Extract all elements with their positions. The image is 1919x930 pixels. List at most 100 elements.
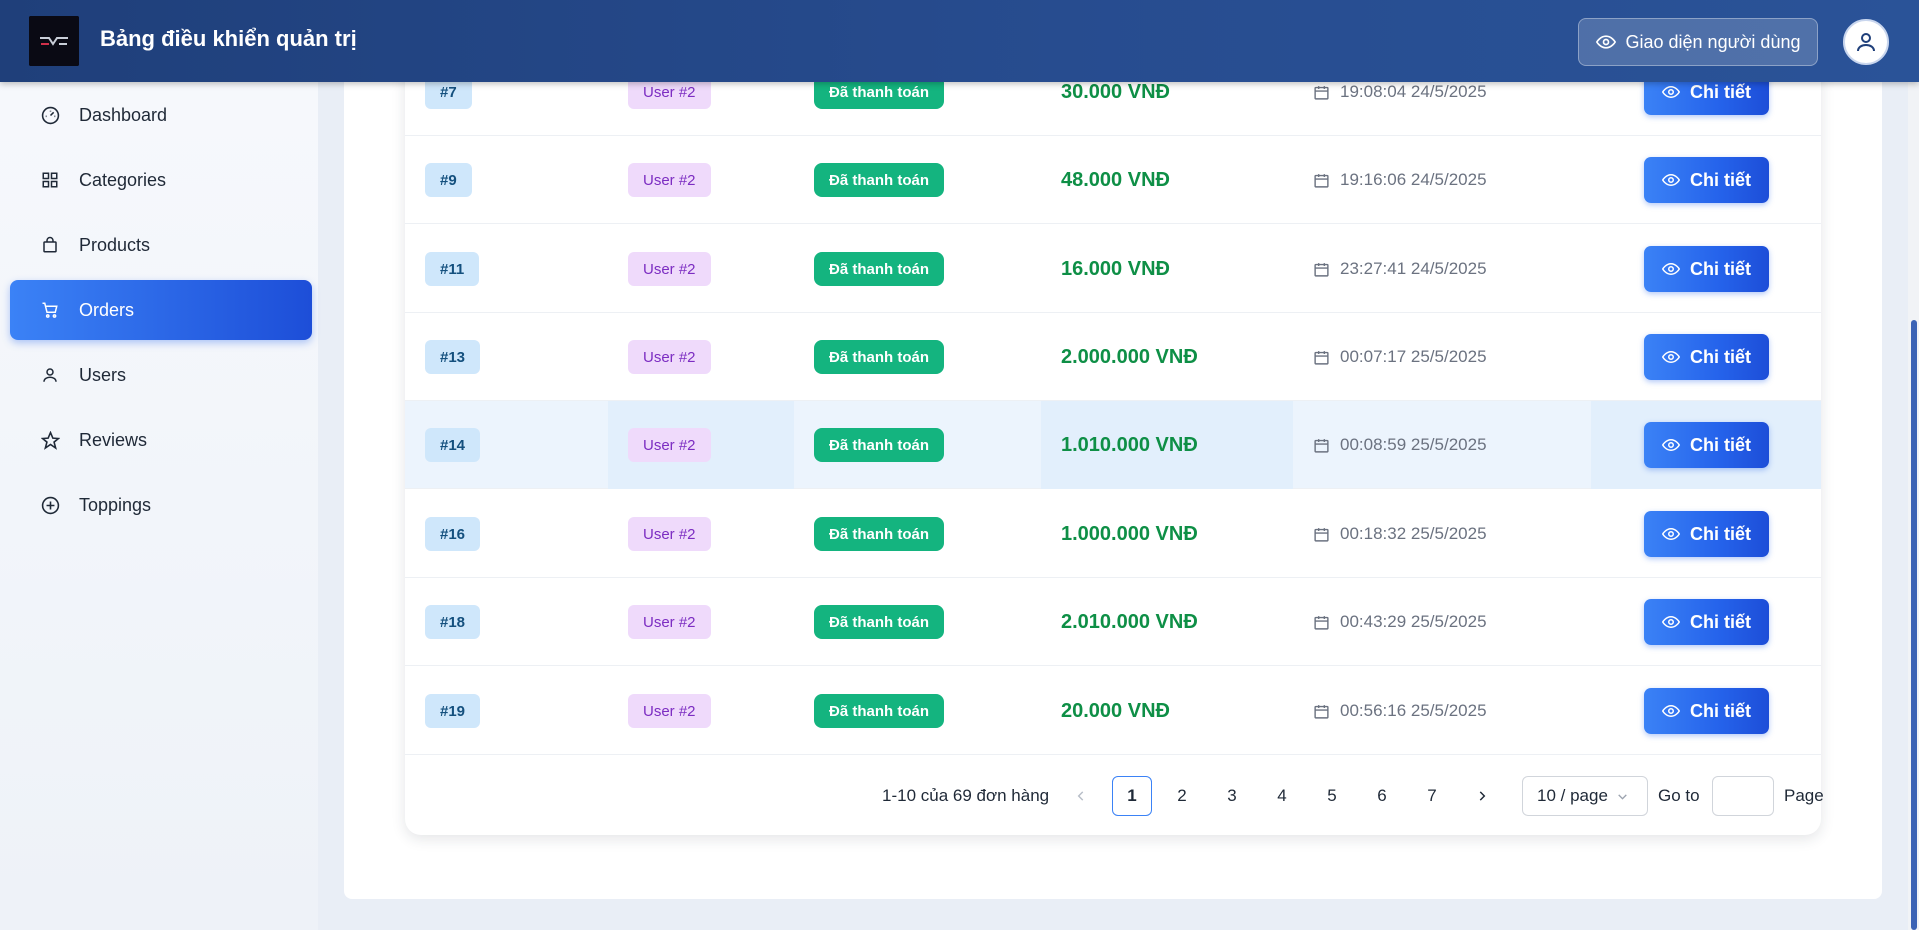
detail-button[interactable]: Chi tiết [1644,599,1769,645]
user-view-button[interactable]: Giao diện người dùng [1578,18,1818,66]
order-id-badge[interactable]: #16 [425,517,481,551]
scrollbar-thumb[interactable] [1911,320,1917,930]
detail-button-label: Chi tiết [1690,258,1751,279]
eye-icon [1662,260,1680,278]
sidebar-item-products[interactable]: Products [10,215,312,275]
sidebar-item-users[interactable]: Users [10,345,312,405]
sidebar-item-label: Users [79,364,127,385]
user-badge: User #2 [628,252,711,286]
status-badge: Đã thanh toán [814,163,944,197]
pagination-next-button[interactable] [1462,776,1502,816]
detail-button-label: Chi tiết [1690,81,1751,102]
sidebar-item-reviews[interactable]: Reviews [10,410,312,470]
table-row: #11 User #2 Đã thanh toán 16.000 VNĐ 23:… [405,225,1821,313]
order-id-badge[interactable]: #19 [425,694,481,728]
goto-page-input[interactable] [1712,776,1774,816]
detail-button[interactable]: Chi tiết [1644,157,1769,203]
pagination-page-6[interactable]: 6 [1362,776,1402,816]
eye-icon [1662,348,1680,366]
eye-icon [1662,83,1680,101]
sidebar-item-label: Orders [79,299,135,320]
table-row: #14 User #2 Đã thanh toán 1.010.000 VNĐ … [405,401,1821,489]
user-badge: User #2 [628,340,711,374]
pagination-page-3[interactable]: 3 [1212,776,1252,816]
detail-button[interactable]: Chi tiết [1644,511,1769,557]
order-amount: 2.010.000 VNĐ [1061,610,1198,633]
status-badge: Đã thanh toán [814,340,944,374]
eye-icon [1662,613,1680,631]
detail-button[interactable]: Chi tiết [1644,688,1769,734]
order-date: 00:07:17 25/5/2025 [1313,313,1487,401]
order-amount: 48.000 VNĐ [1061,168,1170,191]
detail-button[interactable]: Chi tiết [1644,334,1769,380]
order-id-badge[interactable]: #13 [425,340,481,374]
detail-button-label: Chi tiết [1690,700,1751,721]
sidebar-item-label: Products [79,234,151,255]
order-amount: 16.000 VNĐ [1061,257,1170,280]
order-amount: 2.000.000 VNĐ [1061,345,1198,368]
grid-icon [40,170,60,190]
order-date: 00:56:16 25/5/2025 [1313,667,1487,755]
order-date-text: 19:08:04 24/5/2025 [1340,82,1487,101]
order-date: 00:43:29 25/5/2025 [1313,578,1487,666]
pagination-page-7[interactable]: 7 [1412,776,1452,816]
calendar-icon [1313,172,1330,189]
page-label: Page [1784,786,1824,805]
detail-button-label: Chi tiết [1690,611,1751,632]
user-badge: User #2 [628,694,711,728]
chevron-right-icon [1475,789,1489,803]
eye-icon [1662,436,1680,454]
order-id-badge[interactable]: #11 [425,252,480,286]
order-amount: 1.000.000 VNĐ [1061,522,1198,545]
order-date: 19:16:06 24/5/2025 [1313,136,1487,224]
user-badge: User #2 [628,517,711,551]
page-size-value: 10 / page [1537,786,1608,805]
table-row: #19 User #2 Đã thanh toán 20.000 VNĐ 00:… [405,667,1821,755]
order-date-text: 23:27:41 24/5/2025 [1340,259,1487,278]
pagination-page-1[interactable]: 1 [1112,776,1152,816]
sidebar: Dashboard Categories Products Orders Use… [0,82,318,930]
order-date-text: 00:56:16 25/5/2025 [1340,701,1487,720]
app-title: Bảng điều khiển quản trị [100,26,357,51]
user-badge: User #2 [628,163,711,197]
detail-button[interactable]: Chi tiết [1644,246,1769,292]
chevron-left-icon [1074,789,1088,803]
sidebar-item-label: Toppings [79,494,152,515]
table-row: #16 User #2 Đã thanh toán 1.000.000 VNĐ … [405,490,1821,578]
status-badge: Đã thanh toán [814,694,944,728]
calendar-icon [1313,614,1330,631]
order-date-text: 00:18:32 25/5/2025 [1340,524,1487,543]
eye-icon [1662,171,1680,189]
status-badge: Đã thanh toán [814,517,944,551]
sidebar-item-categories[interactable]: Categories [10,150,312,210]
sidebar-item-orders[interactable]: Orders [10,280,312,340]
detail-button[interactable]: Chi tiết [1644,422,1769,468]
cart-icon [40,300,60,320]
user-icon [1854,30,1878,54]
pagination-prev-button[interactable] [1061,776,1101,816]
calendar-icon [1313,84,1330,101]
pagination-page-4[interactable]: 4 [1262,776,1302,816]
table-row: #9 User #2 Đã thanh toán 48.000 VNĐ 19:1… [405,136,1821,224]
pagination-page-2[interactable]: 2 [1162,776,1202,816]
avatar[interactable] [1843,19,1889,65]
plus-circle-icon [40,495,60,515]
star-icon [40,430,60,450]
order-id-badge[interactable]: #14 [425,428,481,462]
order-id-badge[interactable]: #18 [425,605,481,639]
sidebar-item-dashboard[interactable]: Dashboard [10,85,312,145]
sidebar-item-toppings[interactable]: Toppings [10,475,312,535]
order-amount: 20.000 VNĐ [1061,699,1170,722]
order-id-badge[interactable]: #9 [425,163,472,197]
detail-button-label: Chi tiết [1690,169,1751,190]
table-row: #18 User #2 Đã thanh toán 2.010.000 VNĐ … [405,578,1821,666]
pagination-page-5[interactable]: 5 [1312,776,1352,816]
calendar-icon [1313,437,1330,454]
page-size-select[interactable]: 10 / page [1522,776,1648,816]
user-badge: User #2 [628,428,711,462]
status-badge: Đã thanh toán [814,605,944,639]
brand-logo[interactable] [29,16,79,66]
top-header: Bảng điều khiển quản trị Giao diện người… [0,0,1919,82]
order-date: 00:18:32 25/5/2025 [1313,490,1487,578]
eye-icon [1662,525,1680,543]
